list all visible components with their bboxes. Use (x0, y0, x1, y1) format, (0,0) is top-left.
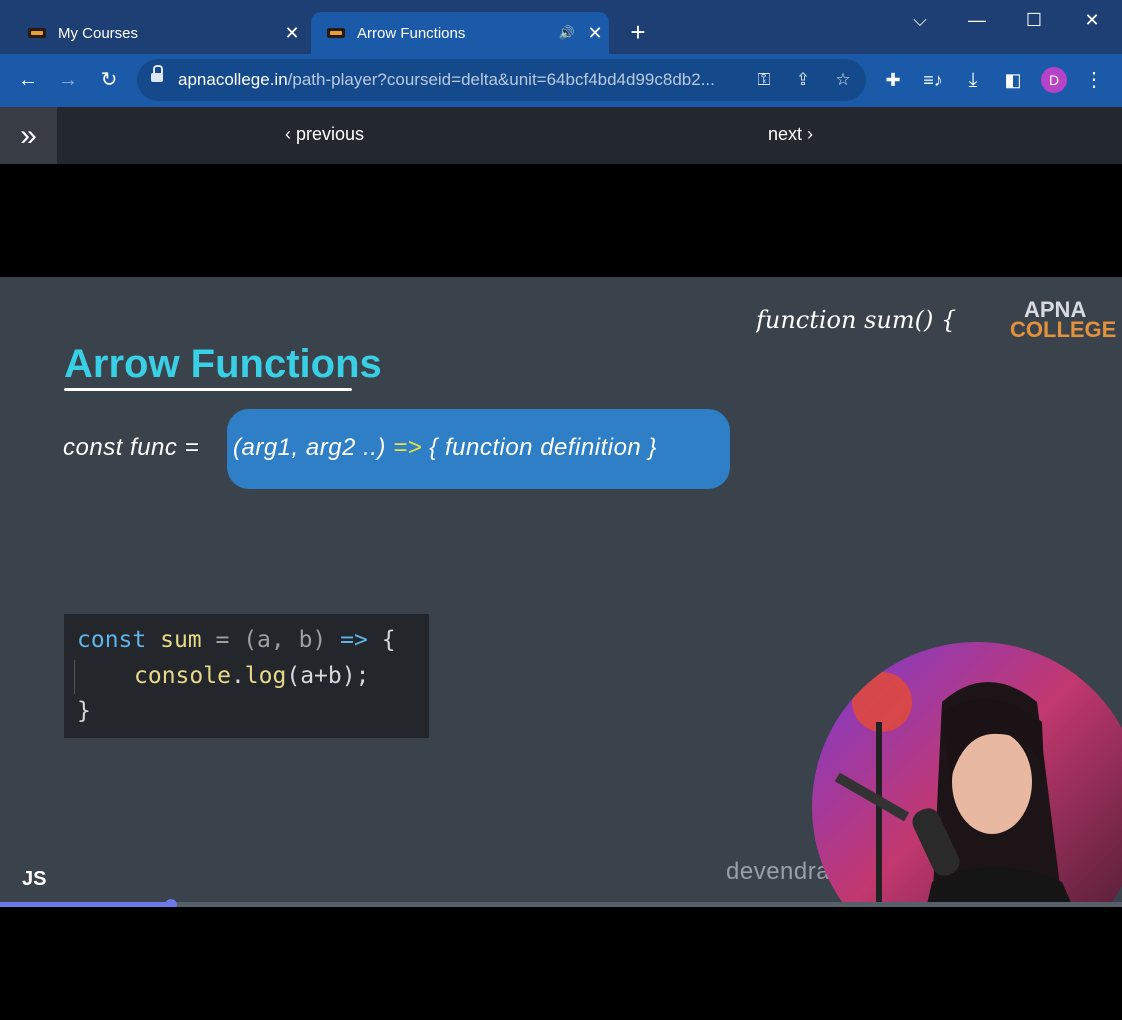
syntax-prefix: const func = (63, 434, 200, 461)
code-line-2: console.log(a+b); (134, 663, 370, 689)
key-icon[interactable]: ⚿ (752, 68, 776, 92)
speaker-icon[interactable]: 🔊 (559, 25, 575, 41)
apna-college-favicon-icon (327, 28, 345, 38)
handwriting-text: function sum() { (756, 306, 956, 334)
forward-arrow-icon[interactable]: → (52, 64, 84, 96)
tab-search-chevron-icon[interactable]: ⌵ (900, 8, 940, 32)
title-underline (64, 388, 352, 391)
maximize-icon[interactable]: ☐ (1014, 8, 1054, 32)
back-arrow-icon[interactable]: ← (12, 64, 44, 96)
js-badge: JS (22, 868, 47, 890)
close-icon[interactable]: ✕ (581, 23, 609, 44)
chevron-right-icon: › (802, 124, 814, 144)
code-line-1: const sum = (a, b) => { (77, 627, 396, 653)
syntax-expression: (arg1, arg2 ..) => { function definition… (233, 434, 657, 462)
extensions-puzzle-icon[interactable]: ✚ (877, 64, 909, 96)
chevron-left-icon: ‹ (285, 124, 296, 144)
apna-college-logo-sub: COLLEGE (1010, 317, 1117, 342)
reload-icon[interactable]: ↻ (93, 64, 125, 96)
syntax-arrow: => (393, 434, 423, 461)
media-playlist-icon[interactable]: ≡♪ (917, 64, 949, 96)
tab-arrow-functions[interactable]: Arrow Functions 🔊 ✕ (311, 12, 609, 54)
expand-sidebar-chevrons-icon[interactable]: » (0, 107, 57, 164)
url-path: /path-player?courseid=delta&unit=64bcf4b… (287, 70, 715, 89)
handwritten-annotation: function sum() { (756, 306, 956, 334)
lock-icon[interactable] (151, 65, 163, 84)
window-close-icon[interactable]: ✕ (1072, 8, 1112, 32)
minimize-icon[interactable]: — (957, 8, 997, 32)
share-icon[interactable]: ⇪ (791, 68, 815, 92)
close-icon[interactable]: ✕ (278, 23, 306, 44)
side-panel-icon[interactable]: ◧ (997, 64, 1029, 96)
indent-guide (74, 660, 75, 694)
video-letterbox-top (0, 164, 1122, 277)
download-icon[interactable]: ⤓ (957, 64, 989, 96)
apna-college-favicon-icon (28, 28, 46, 38)
next-button[interactable]: next › (768, 124, 813, 145)
syntax-args: (arg1, arg2 ..) (233, 434, 386, 461)
next-label: next (768, 124, 803, 144)
previous-label: previous (296, 124, 365, 144)
tab-title: Arrow Functions (357, 24, 466, 42)
code-line-3: } (77, 698, 91, 724)
player-nav-bar (0, 107, 1122, 164)
tab-my-courses[interactable]: My Courses ✕ (0, 12, 306, 54)
code-block: const sum = (a, b) => { console.log(a+b)… (64, 614, 429, 738)
kebab-menu-icon[interactable]: ⋮ (1078, 64, 1110, 96)
tab-title: My Courses (58, 24, 139, 42)
url-host: apnacollege.in (178, 70, 288, 89)
syntax-body: { function definition } (429, 434, 657, 461)
profile-avatar[interactable]: D (1041, 67, 1067, 93)
video-letterbox-bottom (0, 907, 1122, 1020)
star-icon[interactable]: ☆ (831, 68, 855, 92)
slide-title: Arrow Functions (64, 342, 382, 386)
url-text[interactable]: apnacollege.in/path-player?courseid=delt… (178, 69, 715, 91)
previous-button[interactable]: ‹ previous (285, 124, 364, 145)
new-tab-plus-icon[interactable]: + (624, 18, 652, 46)
